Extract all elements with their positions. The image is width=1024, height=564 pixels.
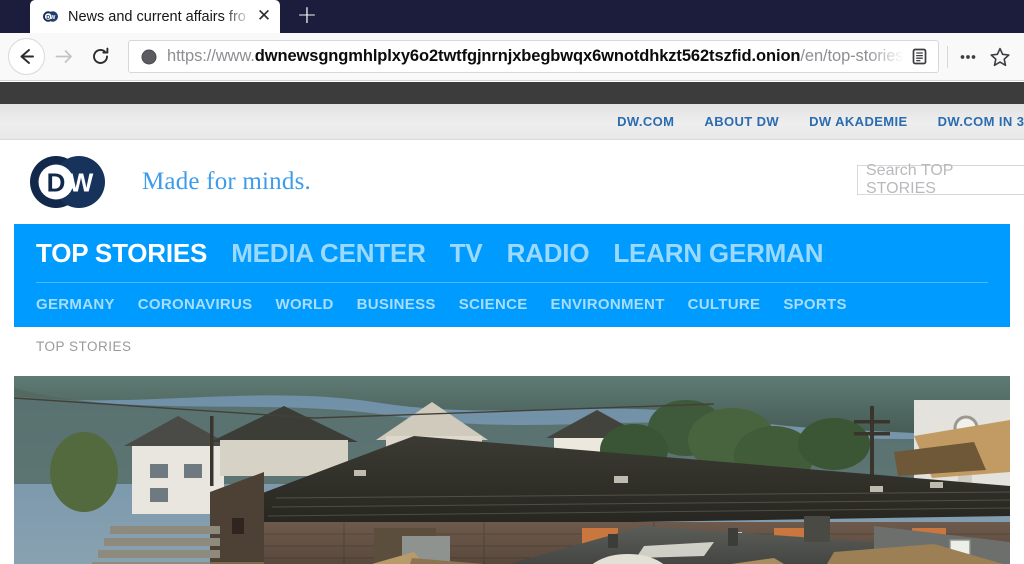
reload-icon[interactable] [82, 38, 119, 75]
tab-title: News and current affairs fro [68, 8, 246, 25]
nav-secondary-row: GERMANY CORONAVIRUS WORLD BUSINESS SCIEN… [14, 283, 1010, 327]
url-text: https://www.dwnewsgngmhlplxy6o2twtfgjnrn… [167, 47, 904, 66]
utility-link-about-dw[interactable]: ABOUT DW [704, 114, 779, 129]
utility-link-dw-com[interactable]: DW.COM [617, 114, 674, 129]
search-input[interactable]: Search TOP STORIES [857, 162, 1024, 197]
close-icon[interactable]: ✕ [254, 8, 274, 25]
nav-item-culture[interactable]: CULTURE [688, 296, 761, 313]
nav-item-learn-german[interactable]: LEARN GERMAN [613, 238, 823, 269]
hero-photo[interactable] [14, 376, 1010, 564]
nav-item-sports[interactable]: SPORTS [783, 296, 846, 313]
nav-item-coronavirus[interactable]: CORONAVIRUS [138, 296, 253, 313]
nav-item-top-stories[interactable]: TOP STORIES [36, 238, 207, 269]
url-bar[interactable]: https://www.dwnewsgngmhlplxy6o2twtfgjnrn… [128, 40, 939, 73]
utility-link-dw-akademie[interactable]: DW AKADEMIE [809, 114, 908, 129]
star-bookmark-icon[interactable] [984, 46, 1016, 68]
nav-item-business[interactable]: BUSINESS [357, 296, 436, 313]
page-top-dark-strip [0, 82, 1024, 104]
back-arrow-icon[interactable] [8, 38, 45, 75]
ellipsis-menu-icon[interactable] [952, 46, 984, 68]
forward-arrow-icon [45, 38, 82, 75]
toolbar-divider [947, 45, 948, 68]
svg-text:W: W [69, 168, 94, 198]
browser-tab[interactable]: D W News and current affairs fro ✕ [30, 0, 280, 33]
new-tab-button[interactable]: + [290, 0, 324, 33]
site-main-nav: TOP STORIES MEDIA CENTER TV RADIO LEARN … [14, 224, 1010, 327]
tab-bar: D W News and current affairs fro ✕ + [0, 0, 1024, 33]
nav-item-germany[interactable]: GERMANY [36, 296, 115, 313]
page-viewport: DW.COM ABOUT DW DW AKADEMIE DW.COM IN 30… [0, 82, 1024, 564]
site-tagline: Made for minds. [142, 168, 311, 195]
nav-primary-row: TOP STORIES MEDIA CENTER TV RADIO LEARN … [14, 224, 1010, 282]
reader-mode-icon[interactable] [904, 47, 934, 66]
site-header: D W Made for minds. Search TOP STORIES [0, 140, 1024, 224]
breadcrumb: TOP STORIES [36, 339, 132, 354]
tor-onion-icon [139, 49, 159, 65]
nav-item-radio[interactable]: RADIO [507, 238, 590, 269]
browser-window: D W News and current affairs fro ✕ + htt… [0, 0, 1024, 564]
utility-link-dw-com-in-30[interactable]: DW.COM IN 30 [938, 114, 1024, 129]
nav-item-environment[interactable]: ENVIRONMENT [551, 296, 665, 313]
url-host: dwnewsgngmhlplxy6o2twtfgjnrnjxbegbwqx6wn… [254, 47, 801, 65]
browser-toolbar: https://www.dwnewsgngmhlplxy6o2twtfgjnrn… [0, 33, 1024, 81]
url-path: /en/top-stories [800, 47, 904, 65]
dw-logo-favicon-icon: D W [42, 8, 59, 25]
site-utility-nav: DW.COM ABOUT DW DW AKADEMIE DW.COM IN 30 [0, 104, 1024, 140]
svg-text:D: D [47, 168, 66, 198]
nav-item-tv[interactable]: TV [450, 238, 483, 269]
nav-item-world[interactable]: WORLD [275, 296, 333, 313]
url-scheme: https://www. [167, 47, 255, 65]
nav-item-media-center[interactable]: MEDIA CENTER [231, 238, 426, 269]
svg-text:W: W [50, 15, 55, 21]
nav-item-science[interactable]: SCIENCE [459, 296, 528, 313]
dw-logo-icon[interactable]: D W [24, 153, 120, 211]
